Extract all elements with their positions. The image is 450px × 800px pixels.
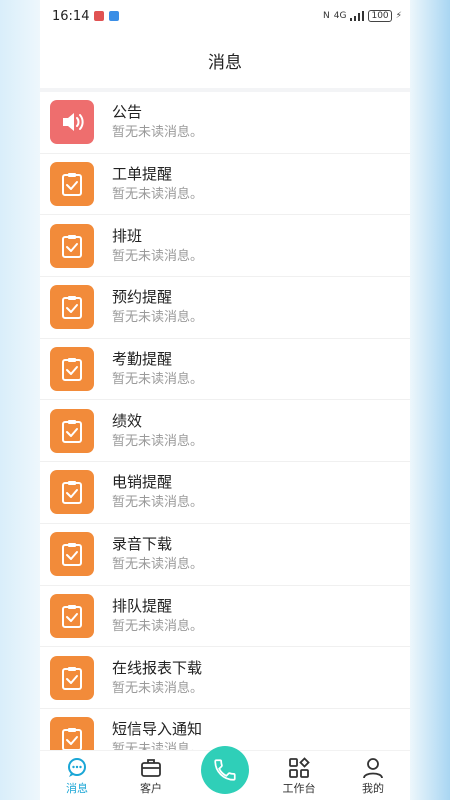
- message-subtitle: 暂无未读消息。: [112, 433, 204, 449]
- message-icon-tile: [50, 655, 94, 700]
- status-time: 16:14: [52, 8, 90, 24]
- message-title: 预约提醒: [112, 288, 173, 307]
- phone-icon: [214, 759, 236, 781]
- message-icon-tile: [50, 593, 94, 638]
- message-title: 工单提醒: [112, 165, 173, 184]
- tab-label: 客户: [140, 782, 162, 795]
- clipboard-check-icon: [62, 234, 82, 258]
- message-text-group: 公告 暂无未读消息。: [112, 102, 203, 142]
- message-item[interactable]: 排班 暂无未读消息。: [40, 215, 410, 278]
- message-item[interactable]: 工单提醒暂无未读消息。: [40, 154, 410, 216]
- tab-label: 消息: [66, 782, 88, 795]
- message-subtitle: 暂无未读消息。: [112, 248, 204, 264]
- message-item[interactable]: 公告 暂无未读消息。: [40, 92, 410, 154]
- network-label: 4G: [333, 11, 347, 21]
- message-text-group: 短信导入通知暂无未读消息。: [112, 719, 203, 750]
- message-list[interactable]: 公告 暂无未读消息。 工单提醒 暂无未读消息。 排班 暂无未读消息。 预约提醒 暂无未读消息。…: [40, 92, 410, 750]
- message-item[interactable]: 在线报表下载 暂无未读消息。: [40, 647, 410, 709]
- message-title: 电销提醒: [112, 473, 173, 492]
- message-title: 短信导入通知: [112, 720, 203, 739]
- message-text-group: 排队提醒暂无未读消息。: [112, 596, 203, 636]
- message-title: 在线报表下载: [112, 658, 203, 677]
- tab-workbench[interactable]: 工作台: [269, 756, 329, 796]
- message-text-group: 绩效 暂无未读消息。: [112, 411, 203, 451]
- clipboard-check-icon: [62, 296, 82, 320]
- tab-mine[interactable]: 我的: [343, 756, 403, 796]
- message-icon-tile: [50, 470, 94, 515]
- message-text-group: 工单提醒暂无未读消息。: [112, 164, 203, 204]
- message-text-group: 预约提醒暂无未读消息。: [112, 287, 203, 327]
- message-item[interactable]: 绩效 暂无未读消息。: [40, 400, 410, 463]
- message-item[interactable]: 录音下载暂无未读消息。: [40, 524, 410, 586]
- message-icon-tile: [50, 347, 94, 392]
- message-subtitle: 暂无未读消息。: [112, 495, 204, 511]
- user-icon: [363, 758, 383, 779]
- message-icon-tile: [50, 285, 94, 330]
- message-text-group: 在线报表下载 暂无未读消息。: [112, 658, 203, 698]
- app-notification-icon: [94, 11, 105, 21]
- message-icon-tile: [50, 162, 94, 207]
- clipboard-check-icon: [62, 666, 82, 690]
- message-subtitle: 暂无未读消息。: [112, 680, 204, 696]
- battery-indicator: 100: [368, 10, 392, 22]
- message-item[interactable]: 短信导入通知暂无未读消息。: [40, 709, 410, 750]
- chat-bubble-icon: [68, 758, 86, 777]
- message-subtitle: 暂无未读消息。: [112, 310, 204, 326]
- message-text-group: 考勤提醒暂无未读消息。: [112, 349, 203, 389]
- clipboard-check-icon: [62, 604, 82, 628]
- message-title: 公告: [112, 103, 143, 122]
- message-title: 考勤提醒: [112, 350, 173, 369]
- message-subtitle: 暂无未读消息。: [112, 187, 204, 203]
- speaker-icon: [63, 113, 84, 132]
- status-bar: 16:14 N 4G 100 ⚡: [40, 0, 410, 32]
- call-button[interactable]: [201, 746, 249, 794]
- nfc-icon: N: [323, 11, 330, 21]
- clipboard-check-icon: [62, 419, 82, 443]
- message-icon-tile: [50, 100, 94, 145]
- message-text-group: 电销提醒暂无未读消息。: [112, 472, 203, 512]
- message-icon-tile: [50, 532, 94, 577]
- message-item[interactable]: 考勤提醒暂无未读消息。: [40, 339, 410, 401]
- message-title: 绩效: [112, 411, 143, 430]
- message-text-group: 排班 暂无未读消息。: [112, 226, 203, 266]
- message-title: 排队提醒: [112, 596, 173, 615]
- message-subtitle: 暂无未读消息。: [112, 372, 204, 388]
- page-title: 消息: [208, 52, 242, 73]
- message-title: 录音下载: [112, 535, 173, 554]
- message-subtitle: 暂无未读消息。: [112, 125, 204, 141]
- message-subtitle: 暂无未读消息。: [112, 557, 204, 573]
- grid-icon: [289, 757, 310, 778]
- message-subtitle: 暂无未读消息。: [112, 618, 204, 634]
- clipboard-check-icon: [62, 543, 82, 567]
- tab-label: 我的: [362, 782, 384, 795]
- app-screen: 16:14 N 4G 100 ⚡ 消息 公告 暂无未读消息。 工单提醒 暂无未读消息。…: [40, 0, 410, 800]
- app-notification-icon: [109, 11, 120, 21]
- page-header: 消息: [40, 32, 410, 88]
- signal-icon: [350, 11, 365, 21]
- message-subtitle: 暂无未读消息。: [112, 742, 204, 750]
- message-item[interactable]: 电销提醒暂无未读消息。: [40, 462, 410, 524]
- clipboard-check-icon: [62, 728, 82, 750]
- tab-label: 工作台: [282, 782, 316, 795]
- tab-customers[interactable]: 客户: [121, 756, 181, 796]
- message-icon-tile: [50, 223, 94, 268]
- briefcase-icon: [141, 759, 161, 777]
- clipboard-check-icon: [62, 358, 82, 382]
- tab-messages[interactable]: 消息: [47, 756, 107, 796]
- message-icon-tile: [50, 717, 94, 750]
- clipboard-check-icon: [62, 173, 82, 197]
- message-title: 排班: [112, 226, 143, 245]
- message-text-group: 录音下载暂无未读消息。: [112, 534, 203, 574]
- charging-icon: ⚡: [395, 11, 402, 21]
- message-item[interactable]: 预约提醒暂无未读消息。: [40, 277, 410, 339]
- message-icon-tile: [50, 408, 94, 453]
- clipboard-check-icon: [62, 481, 82, 505]
- message-item[interactable]: 排队提醒暂无未读消息。: [40, 586, 410, 648]
